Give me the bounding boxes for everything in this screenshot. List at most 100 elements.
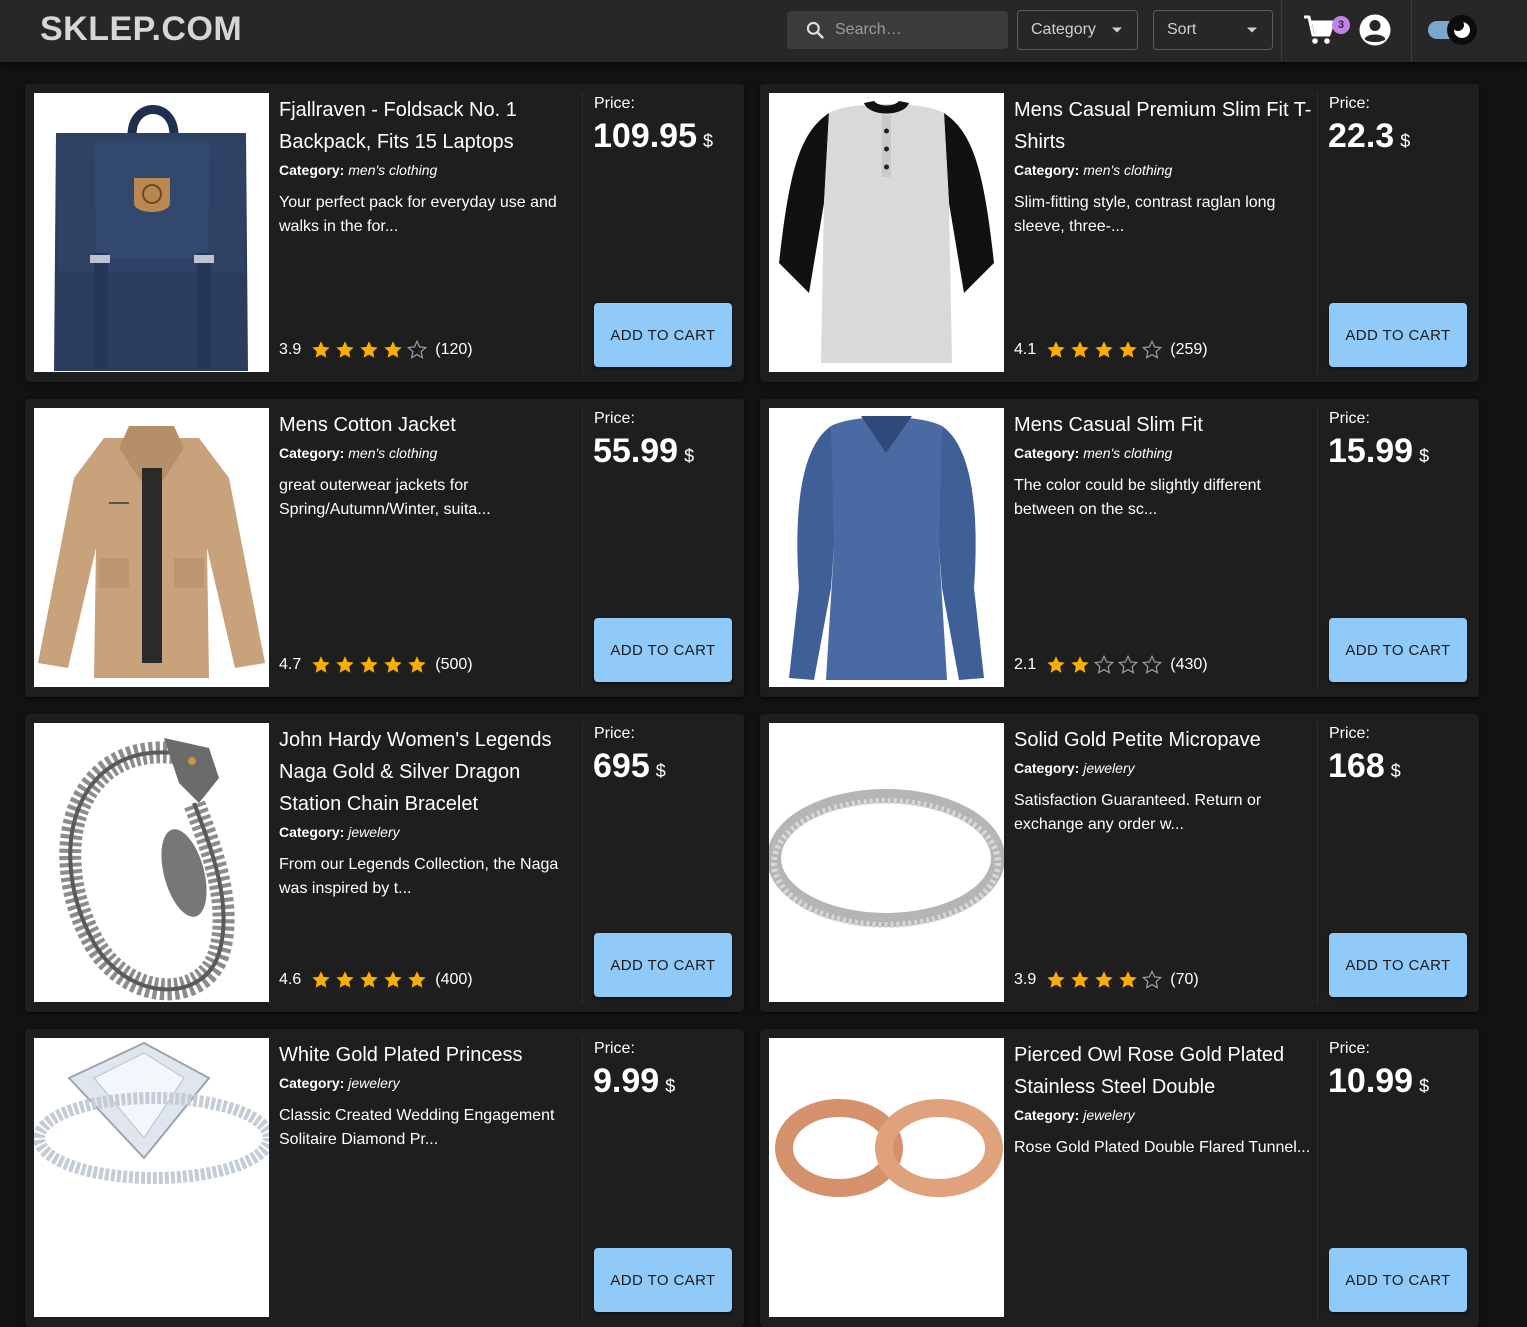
add-to-cart-button[interactable]: ADD TO CART bbox=[1329, 303, 1467, 367]
product-image-raglan-shirt[interactable] bbox=[769, 93, 1004, 372]
category-value: jewelery bbox=[1083, 760, 1135, 776]
product-title[interactable]: Pierced Owl Rose Gold Plated Stainless S… bbox=[1014, 1039, 1314, 1103]
star-filled-icon bbox=[1092, 338, 1116, 362]
product-rating bbox=[1014, 1283, 1028, 1307]
price-amount: 22.3 bbox=[1328, 117, 1395, 155]
price-currency: $ bbox=[655, 761, 666, 781]
price-amount: 9.99 bbox=[593, 1062, 660, 1100]
price-divider bbox=[1317, 92, 1318, 374]
category-prefix: Category: bbox=[1014, 162, 1080, 178]
product-title[interactable]: John Hardy Women's Legends Naga Gold & S… bbox=[279, 724, 579, 820]
category-value: jewelery bbox=[348, 824, 400, 840]
rating-value: 3.9 bbox=[1014, 971, 1037, 988]
price-divider bbox=[582, 1037, 583, 1319]
cart-icon bbox=[1304, 15, 1335, 44]
product-title[interactable]: White Gold Plated Princess bbox=[279, 1039, 579, 1071]
price-currency: $ bbox=[1419, 1076, 1430, 1096]
product-image-ring[interactable] bbox=[769, 723, 1004, 1002]
price-divider bbox=[1317, 722, 1318, 1004]
site-logo[interactable]: SKLEP.COM bbox=[40, 10, 242, 49]
price-amount: 168 bbox=[1328, 747, 1385, 785]
category-value: men's clothing bbox=[1083, 162, 1173, 178]
header-divider bbox=[1411, 0, 1412, 62]
product-rating bbox=[279, 1283, 293, 1307]
product-category: Category: men's clothing bbox=[1014, 162, 1314, 178]
star-filled-icon bbox=[381, 653, 405, 677]
star-filled-icon bbox=[1068, 653, 1092, 677]
rating-stars bbox=[1044, 338, 1164, 362]
price-currency: $ bbox=[684, 446, 695, 466]
rating-count: (70) bbox=[1170, 971, 1199, 988]
add-to-cart-button[interactable]: ADD TO CART bbox=[594, 303, 732, 367]
search-box[interactable] bbox=[787, 11, 1008, 49]
add-to-cart-button[interactable]: ADD TO CART bbox=[594, 1248, 732, 1312]
account-circle-icon bbox=[1359, 14, 1391, 46]
price-currency: $ bbox=[1390, 761, 1401, 781]
product-image-diamond-ring[interactable] bbox=[34, 1038, 269, 1317]
add-to-cart-button[interactable]: ADD TO CART bbox=[594, 933, 732, 997]
product-card-1: Fjallraven - Foldsack No. 1 Backpack, Fi… bbox=[25, 84, 744, 382]
category-prefix: Category: bbox=[279, 162, 345, 178]
product-image-backpack[interactable] bbox=[34, 93, 269, 372]
price-divider bbox=[582, 407, 583, 689]
header-divider bbox=[1281, 0, 1282, 62]
star-filled-icon bbox=[333, 338, 357, 362]
rating-count: (120) bbox=[435, 341, 473, 358]
price-label: Price: bbox=[594, 1040, 635, 1057]
product-card-2: Mens Casual Premium Slim Fit T-Shirts Ca… bbox=[760, 84, 1479, 382]
star-filled-icon bbox=[1068, 338, 1092, 362]
product-title[interactable]: Fjallraven - Foldsack No. 1 Backpack, Fi… bbox=[279, 94, 579, 158]
star-empty-icon bbox=[1140, 968, 1164, 992]
category-select-label: Category bbox=[1031, 21, 1096, 38]
add-to-cart-button[interactable]: ADD TO CART bbox=[1329, 933, 1467, 997]
star-filled-icon bbox=[333, 968, 357, 992]
product-price: 10.99 $ bbox=[1328, 1062, 1429, 1101]
category-value: men's clothing bbox=[1083, 445, 1173, 461]
product-image-jacket[interactable] bbox=[34, 408, 269, 687]
theme-toggle[interactable] bbox=[1426, 12, 1480, 48]
rating-stars bbox=[309, 653, 429, 677]
product-description: Your perfect pack for everyday use and w… bbox=[279, 194, 557, 235]
category-prefix: Category: bbox=[1014, 760, 1080, 776]
category-prefix: Category: bbox=[1014, 445, 1080, 461]
cart-count-badge: 3 bbox=[1332, 16, 1350, 34]
category-prefix: Category: bbox=[279, 1075, 345, 1091]
product-info: Solid Gold Petite Micropave Category: je… bbox=[1014, 724, 1314, 837]
product-description: Classic Created Wedding Engagement Solit… bbox=[279, 1107, 555, 1148]
product-category: Category: jewelery bbox=[279, 1075, 579, 1091]
add-to-cart-button[interactable]: ADD TO CART bbox=[1329, 618, 1467, 682]
add-to-cart-button[interactable]: ADD TO CART bbox=[594, 618, 732, 682]
product-title[interactable]: Mens Casual Slim Fit bbox=[1014, 409, 1314, 441]
product-category: Category: men's clothing bbox=[279, 162, 579, 178]
cart-button[interactable]: 3 bbox=[1302, 14, 1350, 48]
account-button[interactable] bbox=[1358, 13, 1392, 47]
search-input[interactable] bbox=[835, 21, 1005, 39]
product-title[interactable]: Mens Casual Premium Slim Fit T-Shirts bbox=[1014, 94, 1314, 158]
price-label: Price: bbox=[594, 725, 635, 742]
star-filled-icon bbox=[309, 968, 333, 992]
price-label: Price: bbox=[594, 410, 635, 427]
dark-mode-toggle-icon bbox=[1428, 15, 1477, 45]
price-label: Price: bbox=[1329, 1040, 1370, 1057]
rating-value: 4.7 bbox=[279, 656, 302, 673]
add-to-cart-button[interactable]: ADD TO CART bbox=[1329, 1248, 1467, 1312]
price-currency: $ bbox=[1400, 131, 1411, 151]
star-empty-icon bbox=[1092, 653, 1116, 677]
search-icon bbox=[805, 20, 825, 40]
product-title[interactable]: Solid Gold Petite Micropave bbox=[1014, 724, 1314, 756]
product-image-long-sleeve-shirt[interactable] bbox=[769, 408, 1004, 687]
star-filled-icon bbox=[309, 653, 333, 677]
star-filled-icon bbox=[357, 338, 381, 362]
product-info: Fjallraven - Foldsack No. 1 Backpack, Fi… bbox=[279, 94, 579, 239]
product-info: Mens Casual Premium Slim Fit T-Shirts Ca… bbox=[1014, 94, 1314, 239]
category-select[interactable]: Category bbox=[1017, 10, 1138, 50]
star-filled-icon bbox=[1068, 968, 1092, 992]
sort-select[interactable]: Sort bbox=[1153, 10, 1273, 50]
product-image-bracelet[interactable] bbox=[34, 723, 269, 1002]
product-image-tunnel-plugs[interactable] bbox=[769, 1038, 1004, 1317]
star-filled-icon bbox=[405, 968, 429, 992]
product-title[interactable]: Mens Cotton Jacket bbox=[279, 409, 579, 441]
product-description: The color could be slightly different be… bbox=[1014, 477, 1261, 518]
price-amount: 695 bbox=[593, 747, 650, 785]
product-description: Slim-fitting style, contrast raglan long… bbox=[1014, 194, 1276, 235]
